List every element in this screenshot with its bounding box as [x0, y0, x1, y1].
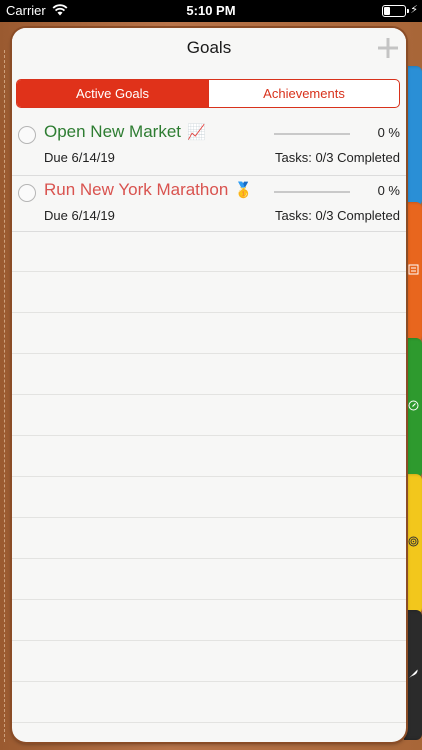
side-tab-green[interactable]: [404, 338, 422, 478]
list-icon: [408, 264, 419, 275]
goal-row[interactable]: Run New York Marathon 🥇 0 % Due 6/14/19 T…: [12, 176, 406, 234]
target-icon: [408, 536, 419, 547]
plus-icon[interactable]: [376, 36, 400, 60]
goal-title: Run New York Marathon 🥇: [44, 180, 253, 199]
status-time: 5:10 PM: [186, 3, 236, 18]
goal-percent: 0 %: [377, 183, 400, 198]
goal-percent: 0 %: [377, 125, 400, 140]
feather-icon: [409, 669, 418, 678]
side-tab-black[interactable]: [404, 610, 422, 740]
row-divider: [12, 231, 406, 232]
chart-increasing-emoji: 📈: [187, 124, 206, 141]
medal-emoji: 🥇: [234, 182, 253, 199]
compass-icon: [408, 400, 419, 411]
goal-title: Open New Market 📈: [44, 122, 206, 141]
page-title: Goals: [186, 38, 232, 57]
goal-due-date: Due 6/14/19: [44, 150, 115, 165]
goal-checkbox[interactable]: [18, 126, 36, 144]
status-bar: Carrier 5:10 PM ⚡: [0, 0, 422, 22]
goal-task-count: Tasks: 0/3 Completed: [274, 150, 400, 165]
tab-achievements[interactable]: Achievements: [208, 80, 399, 107]
side-tab-yellow[interactable]: [404, 474, 422, 614]
goal-progress-bar: [274, 133, 350, 135]
goal-task-count: Tasks: 0/3 Completed: [274, 208, 400, 223]
goals-segmented-control: Active Goals Achievements: [16, 79, 400, 108]
goals-sheet: Goals Active Goals Achievements Open New…: [12, 28, 406, 742]
goal-row[interactable]: Open New Market 📈 0 % Due 6/14/19 Tasks: …: [12, 118, 406, 176]
goal-checkbox[interactable]: [18, 184, 36, 202]
side-tab-blue[interactable]: [404, 66, 422, 206]
charging-bolt-icon: ⚡: [410, 4, 418, 16]
goal-progress-bar: [274, 191, 350, 193]
goal-due-date: Due 6/14/19: [44, 208, 115, 223]
battery-icon: [382, 5, 409, 17]
side-tab-orange[interactable]: [404, 202, 422, 342]
tab-active-goals[interactable]: Active Goals: [17, 80, 208, 107]
